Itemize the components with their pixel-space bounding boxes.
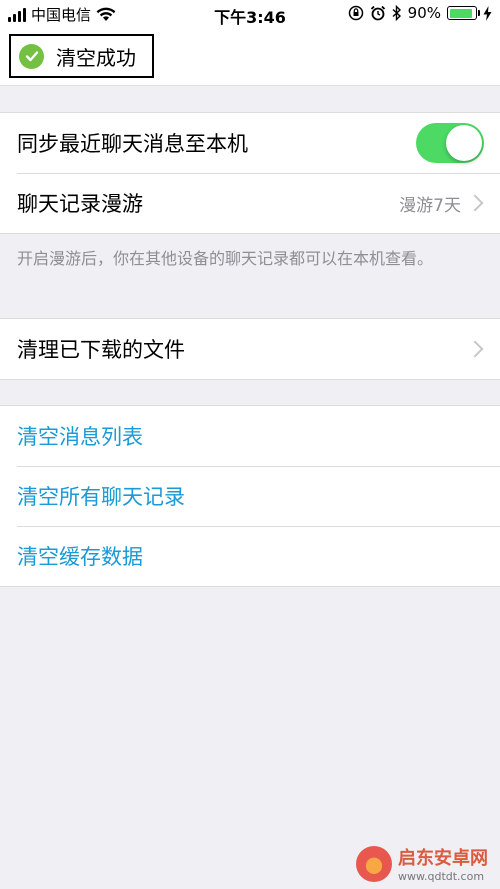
roaming-note: 开启漫游后，你在其他设备的聊天记录都可以在本机查看。 bbox=[17, 249, 434, 268]
watermark-url: www.qdtdt.com bbox=[398, 870, 485, 883]
rotation-lock-icon bbox=[348, 5, 363, 21]
sync-settings-group: 同步最近聊天消息至本机 聊天记录漫游 漫游7天 bbox=[0, 112, 500, 234]
clean-downloads-label: 清理已下载的文件 bbox=[17, 338, 185, 362]
clear-actions-group: 清空消息列表 清空所有聊天记录 清空缓存数据 bbox=[0, 405, 500, 587]
sync-recent-toggle[interactable] bbox=[416, 123, 484, 163]
clean-downloads-right bbox=[466, 319, 484, 379]
clear-message-list-button[interactable]: 清空消息列表 bbox=[0, 406, 500, 466]
toggle-knob bbox=[446, 125, 482, 161]
watermark-text: 启东安卓网 www.qdtdt.com bbox=[398, 844, 488, 883]
clear-cache-button[interactable]: 清空缓存数据 bbox=[0, 526, 500, 586]
watermark-title: 启东安卓网 bbox=[398, 848, 488, 869]
watermark-logo-icon bbox=[356, 845, 392, 882]
battery-icon bbox=[447, 6, 480, 20]
nav-bar: 清空成功 bbox=[0, 28, 500, 86]
roaming-right: 漫游7天 bbox=[399, 173, 484, 233]
status-right: 90% bbox=[348, 4, 492, 22]
status-bar: 中国电信 下午3:46 90% bbox=[0, 0, 500, 28]
clear-all-records-button[interactable]: 清空所有聊天记录 bbox=[0, 466, 500, 526]
toast-text: 清空成功 bbox=[56, 45, 136, 70]
battery-percent: 90% bbox=[407, 4, 441, 22]
bluetooth-icon bbox=[392, 5, 401, 21]
success-toast: 清空成功 bbox=[9, 34, 154, 78]
battery-fill bbox=[449, 8, 472, 18]
roaming-label: 聊天记录漫游 bbox=[17, 192, 143, 216]
sync-recent-row: 同步最近聊天消息至本机 bbox=[0, 113, 500, 173]
alarm-icon bbox=[370, 5, 385, 21]
charging-icon bbox=[483, 5, 492, 21]
chevron-right-icon bbox=[466, 340, 484, 358]
roaming-row[interactable]: 聊天记录漫游 漫游7天 bbox=[0, 173, 500, 233]
files-group: 清理已下载的文件 bbox=[0, 318, 500, 380]
watermark: 启东安卓网 www.qdtdt.com bbox=[356, 844, 488, 883]
sync-recent-label: 同步最近聊天消息至本机 bbox=[17, 132, 248, 156]
roaming-value: 漫游7天 bbox=[399, 195, 461, 216]
check-circle-icon bbox=[19, 43, 44, 69]
clean-downloads-row[interactable]: 清理已下载的文件 bbox=[0, 319, 500, 379]
chevron-right-icon bbox=[466, 194, 484, 212]
